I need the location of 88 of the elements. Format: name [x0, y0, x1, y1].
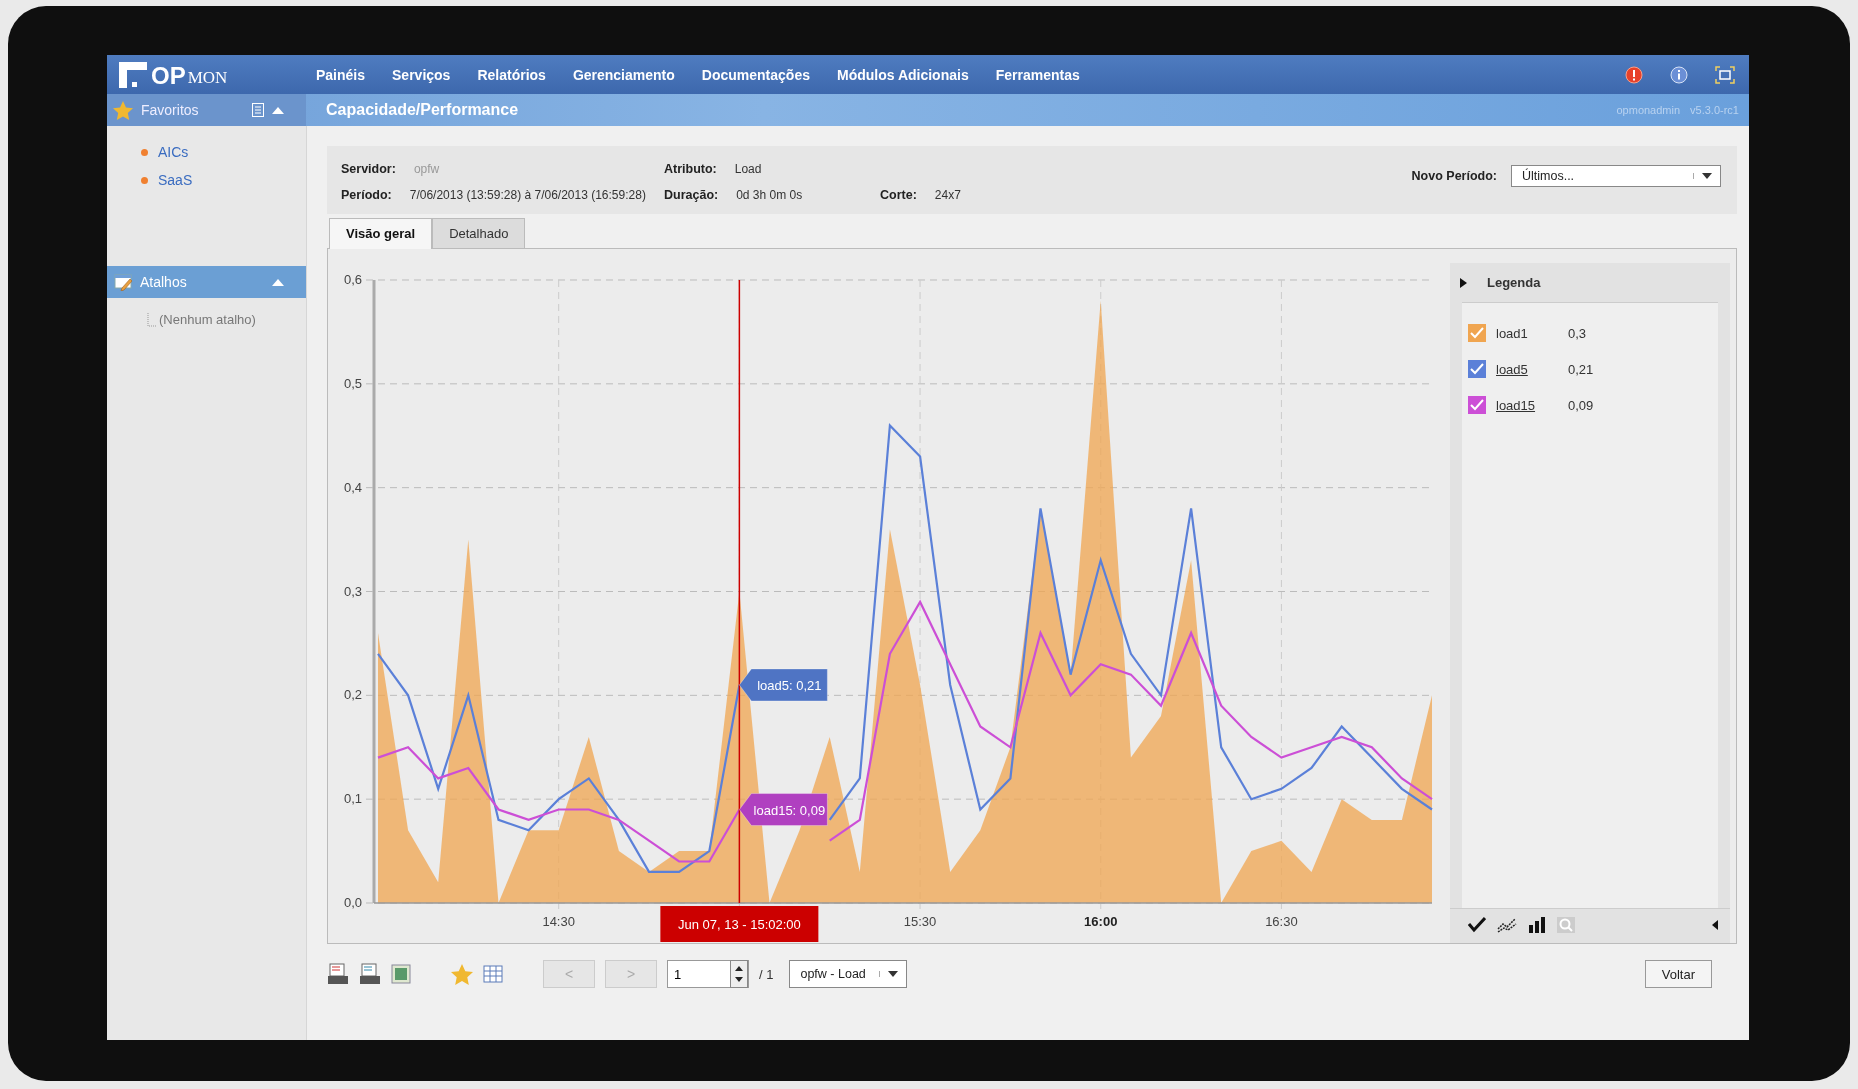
menu-item[interactable]: Relatórios	[477, 66, 546, 83]
page-title: Capacidade/Performance	[325, 101, 519, 119]
expand-triangle-icon[interactable]	[1460, 277, 1467, 288]
field-label: Período:	[341, 188, 392, 202]
logo-mark-icon	[119, 61, 149, 88]
pdf-export-icon[interactable]	[327, 963, 349, 985]
x-axis-label: 16:00	[1084, 914, 1118, 929]
cursor-time-label: Jun 07, 13 - 15:02:00	[660, 906, 819, 942]
table-icon[interactable]	[483, 965, 503, 983]
checkmark-icon[interactable]	[1468, 917, 1486, 933]
series-link[interactable]: load5	[1496, 361, 1568, 377]
pencil-note-icon	[114, 273, 134, 291]
annotation: load5: 0,21	[757, 677, 822, 693]
value-tooltip: load5: 0,21	[738, 668, 828, 702]
menu-item[interactable]: Ferramentas	[995, 66, 1080, 83]
dropdown-caret-icon[interactable]	[1693, 173, 1712, 179]
field-label: Duração:	[664, 188, 719, 202]
page-number-field[interactable]: 1	[667, 960, 749, 988]
favorite-link[interactable]: SaaS	[141, 166, 306, 194]
line-chart-icon[interactable]	[1497, 917, 1517, 933]
series-value: 0,3	[1568, 325, 1587, 341]
favorite-label[interactable]: AICs	[158, 144, 189, 160]
image-export-icon[interactable]	[391, 964, 411, 984]
series-value: 0,21	[1568, 361, 1594, 377]
bullet-icon	[141, 176, 148, 184]
tab[interactable]: Visão geral	[329, 218, 433, 249]
series-checkbox[interactable]	[1468, 360, 1486, 378]
empty-shortcuts-text: (Nenhum atalho)	[159, 312, 256, 327]
field-label: Corte:	[880, 188, 917, 202]
alert-icon[interactable]	[1625, 65, 1643, 84]
y-axis-label: 0,4	[343, 479, 362, 495]
x-axis-label: 15:30	[903, 914, 937, 929]
y-axis-label: 0,3	[343, 583, 362, 599]
logo-text: OP	[151, 63, 186, 88]
fullscreen-icon[interactable]	[1715, 65, 1735, 84]
page-total: / 1	[759, 966, 774, 982]
sidebar-section-header[interactable]: Atalhos	[107, 266, 306, 298]
collapse-caret-icon[interactable]	[272, 106, 284, 114]
series-value: 0,09	[1568, 397, 1594, 413]
back-button[interactable]: Voltar	[1644, 960, 1712, 988]
field-label: Atributo:	[664, 162, 717, 176]
username: opmonadmin	[1616, 104, 1681, 116]
tab[interactable]: Detalhado	[432, 218, 526, 248]
dropdown-caret-icon[interactable]	[879, 971, 899, 977]
period-dropdown[interactable]: Últimos...	[1511, 165, 1721, 187]
bullet-icon	[141, 148, 148, 156]
xml-export-icon[interactable]	[359, 963, 381, 985]
y-axis-label: 0,1	[343, 791, 362, 807]
tree-connector-icon	[147, 313, 157, 327]
field-value: 24x7	[934, 188, 961, 202]
menu-item[interactable]: Serviços	[392, 66, 451, 83]
y-axis-label: 0,0	[343, 895, 362, 910]
star-icon	[113, 100, 133, 120]
favorite-link[interactable]: AICs	[141, 138, 306, 166]
legend-title: Legenda	[1487, 275, 1541, 290]
menu-item[interactable]: Documentações	[701, 66, 810, 83]
field-value: Load	[734, 162, 762, 176]
collapse-left-icon[interactable]	[1712, 920, 1718, 930]
chart-select-dropdown[interactable]: opfw - Load	[789, 960, 908, 988]
logo-subtext: MON	[187, 67, 228, 88]
sidebar-section-title: Favoritos	[141, 102, 199, 118]
value-tooltip: load15: 0,09	[738, 793, 828, 827]
menu-item[interactable]: Gerenciamento	[572, 66, 675, 83]
version-label: v5.3.0-rc1	[1690, 104, 1739, 116]
spinner-arrows-icon[interactable]	[730, 960, 748, 988]
bar-chart-icon[interactable]	[1528, 917, 1546, 933]
field-label: Servidor:	[341, 162, 396, 176]
list-icon[interactable]	[252, 103, 264, 117]
field-value: 0d 3h 0m 0s	[736, 188, 803, 202]
field-value: 7/06/2013 (13:59:28) à 7/06/2013 (16:59:28)	[409, 188, 646, 202]
collapse-caret-icon[interactable]	[272, 278, 284, 286]
y-axis-label: 0,2	[343, 687, 362, 703]
star-icon[interactable]	[451, 963, 473, 985]
field-label: Novo Período:	[1411, 169, 1497, 183]
sidebar-section-title: Atalhos	[140, 274, 187, 290]
menu-item[interactable]: Módulos Adicionais	[836, 66, 969, 83]
series-checkbox[interactable]	[1468, 396, 1486, 414]
series-name: load1	[1496, 325, 1529, 341]
info-icon[interactable]	[1670, 65, 1688, 84]
series-link[interactable]: load15	[1496, 397, 1568, 413]
y-axis-label: 0,5	[343, 375, 362, 391]
series-checkbox[interactable]	[1468, 324, 1486, 342]
annotation: load15: 0,09	[753, 802, 826, 818]
favorite-label[interactable]: SaaS	[158, 172, 193, 188]
menu-item[interactable]: Painéis	[316, 66, 366, 83]
x-axis-label: 14:30	[542, 914, 575, 929]
y-axis-label: 0,6	[343, 272, 362, 287]
x-axis-label: 16:30	[1265, 914, 1298, 929]
